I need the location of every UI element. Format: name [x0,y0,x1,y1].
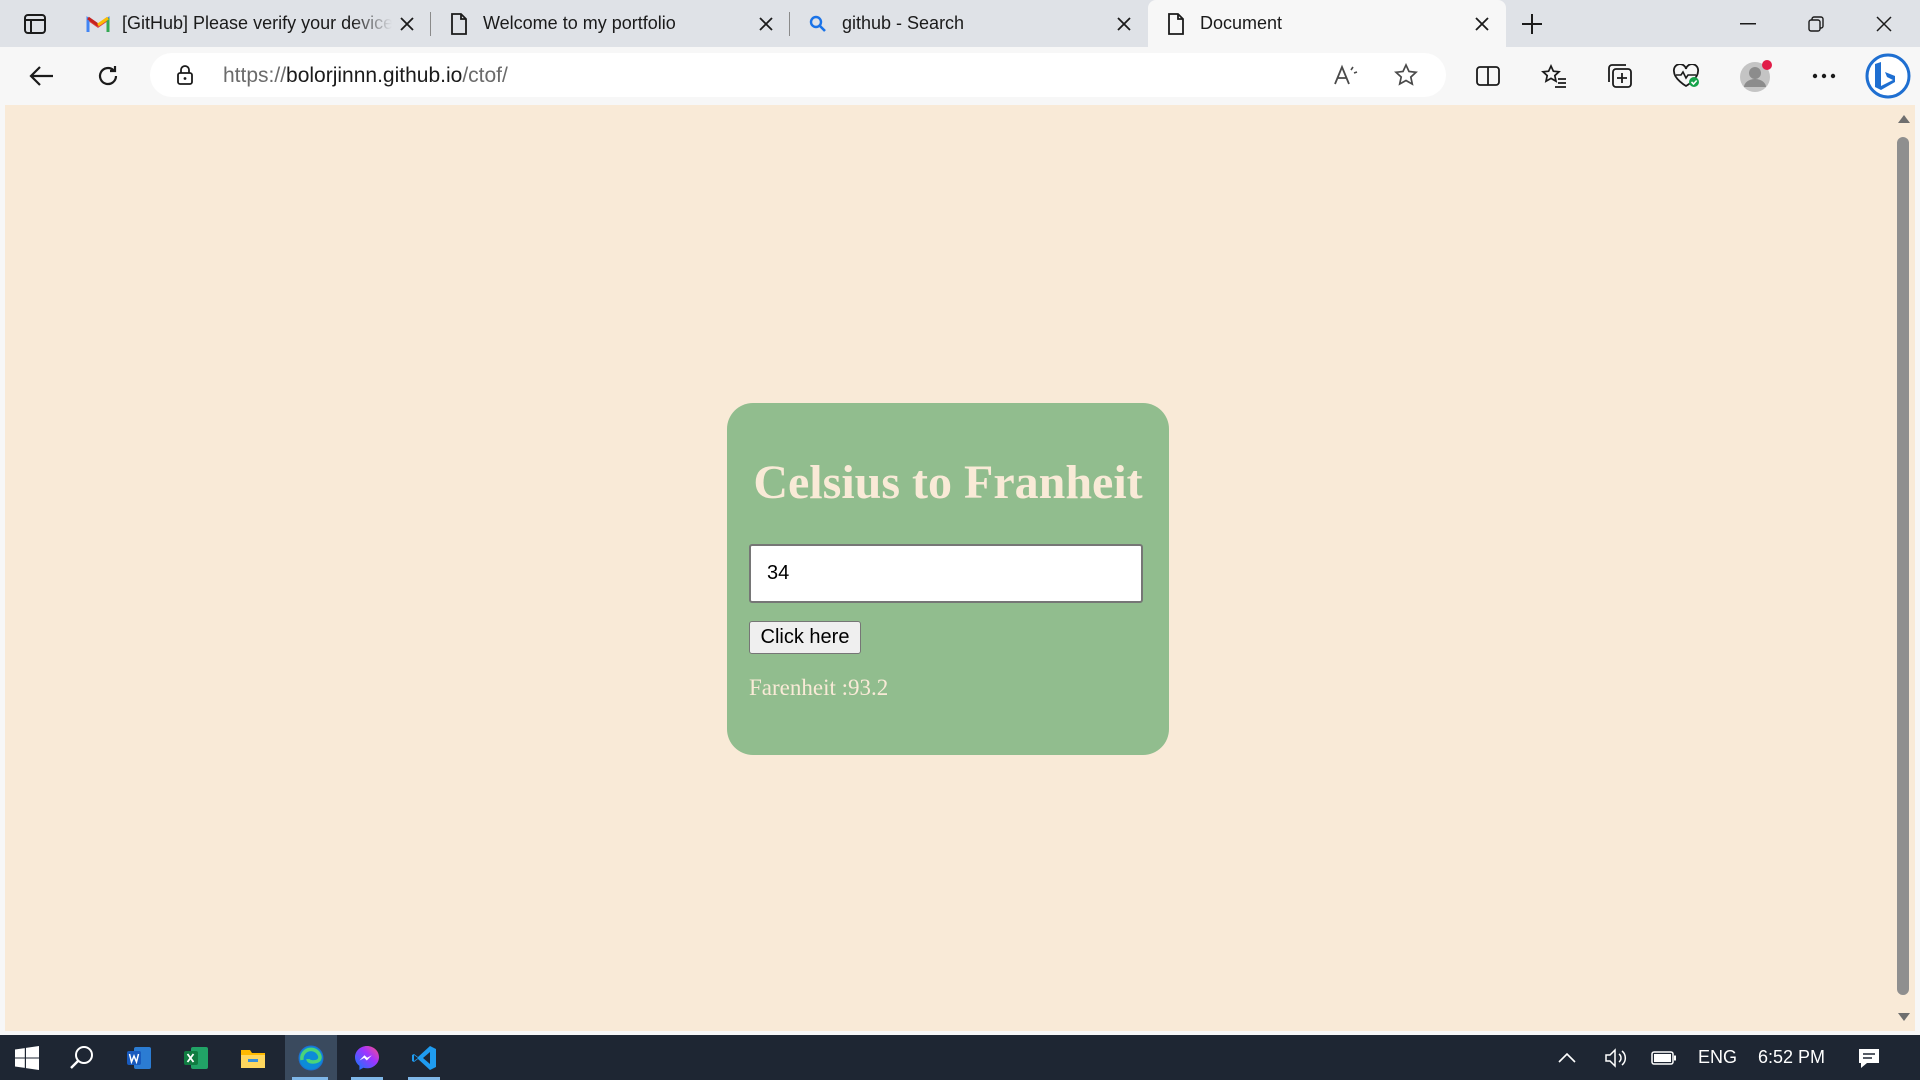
more-icon [1812,73,1836,79]
converter-title: Celsius to Franheit [753,456,1143,509]
tab-portfolio[interactable]: Welcome to my portfolio [431,0,789,47]
new-tab-button[interactable] [1516,9,1548,39]
messenger-icon [355,1045,379,1070]
battery-icon [1651,1050,1676,1065]
avatar [1740,60,1772,92]
close-tab-icon[interactable] [755,13,777,35]
search-icon [70,1045,93,1069]
back-arrow-icon [29,66,53,86]
tab-strip: [GitHub] Please verify your device Welco… [0,0,1920,47]
excel-icon [184,1046,208,1069]
refresh-icon [98,66,118,86]
tab-title: [GitHub] Please verify your device [122,13,392,33]
taskbar-excel[interactable] [171,1035,221,1080]
url-path: /ctof/ [462,64,508,87]
show-hidden-icons-button[interactable] [1543,1035,1591,1080]
clock[interactable]: 6:52 PM [1758,1047,1825,1068]
tab-title: Welcome to my portfolio [483,13,676,33]
settings-more-button[interactable] [1804,57,1844,95]
fahrenheit-result: Farenheit :93.2 [749,675,889,700]
close-tab-icon[interactable] [1113,13,1135,35]
vscode-icon [412,1045,436,1070]
browser-toolbar: https://bolorjinnn.github.io/ctof/ [0,47,1920,105]
taskbar-messenger[interactable] [342,1035,392,1080]
close-window-button[interactable] [1850,0,1918,47]
page-viewport: Celsius to Franheit Click here Farenheit… [5,105,1893,1031]
edge-icon [298,1045,324,1070]
chevron-up-icon [1558,1052,1576,1063]
taskbar-vscode[interactable] [399,1035,449,1080]
profile-button[interactable] [1736,57,1776,95]
split-screen-button[interactable] [1468,57,1508,95]
close-icon [1876,15,1892,32]
converter-card: Celsius to Franheit Click here Farenheit… [727,403,1169,755]
collections-button[interactable] [1600,57,1640,95]
windows-taskbar: ENG 6:52 PM [0,1035,1920,1080]
tab-gmail[interactable]: [GitHub] Please verify your device [70,0,430,47]
page-frame-right [1915,105,1920,1031]
taskbar-word[interactable] [114,1035,164,1080]
url-scheme: https:// [223,64,287,87]
tab-document[interactable]: Document [1148,0,1506,47]
bing-icon [1865,53,1911,99]
bing-chat-button[interactable] [1864,52,1912,100]
plus-icon [1522,14,1542,34]
notifications-button[interactable] [1845,1035,1893,1080]
url-text[interactable]: https://bolorjinnn.github.io/ctof/ [223,64,508,88]
tab-title: github - Search [842,13,965,33]
taskbar-edge[interactable] [285,1035,337,1080]
tab-title: Document [1200,13,1283,33]
taskbar-search-button[interactable] [57,1035,107,1080]
gmail-icon [86,12,110,36]
scroll-up-arrow-icon[interactable] [1898,115,1910,123]
scroll-down-arrow-icon[interactable] [1898,1013,1910,1021]
minimize-icon [1740,22,1756,24]
split-screen-icon [1476,66,1500,86]
restore-icon [1808,15,1824,32]
search-icon [806,12,830,36]
collections-icon [1608,64,1632,88]
lock-icon[interactable] [174,64,196,86]
volume-button[interactable] [1592,1035,1640,1080]
file-explorer-icon [241,1049,265,1068]
taskbar-file-explorer[interactable] [228,1035,278,1080]
page-icon [1164,12,1188,36]
convert-button[interactable]: Click here [749,621,861,654]
restore-button[interactable] [1782,0,1850,47]
close-tab-icon[interactable] [1471,13,1493,35]
address-bar[interactable]: https://bolorjinnn.github.io/ctof/ [150,53,1446,97]
word-icon [127,1046,151,1069]
browser-essentials-button[interactable] [1666,57,1706,95]
heart-pulse-icon [1673,64,1699,88]
start-button[interactable] [2,1035,52,1080]
tab-github-search[interactable]: github - Search [790,0,1147,47]
minimize-button[interactable] [1714,0,1782,47]
close-tab-icon[interactable] [396,13,418,35]
favorites-button[interactable] [1534,57,1574,95]
celsius-input[interactable] [749,544,1143,603]
url-host: bolorjinnn.github.io [286,64,463,87]
favorite-star-icon[interactable] [1390,61,1422,89]
refresh-button[interactable] [88,57,128,95]
tab-actions-icon [24,14,46,34]
favorites-icon [1541,64,1566,88]
scroll-thumb[interactable] [1897,137,1909,995]
read-aloud-icon[interactable] [1330,61,1362,89]
windows-start-icon [15,1045,39,1070]
notification-icon [1859,1048,1879,1068]
page-icon [447,12,471,36]
volume-icon [1605,1047,1627,1068]
input-language[interactable]: ENG [1698,1047,1737,1068]
tab-actions-button[interactable] [18,9,52,39]
vertical-scrollbar[interactable] [1893,105,1915,1031]
back-button[interactable] [22,57,62,95]
battery-button[interactable] [1640,1035,1688,1080]
